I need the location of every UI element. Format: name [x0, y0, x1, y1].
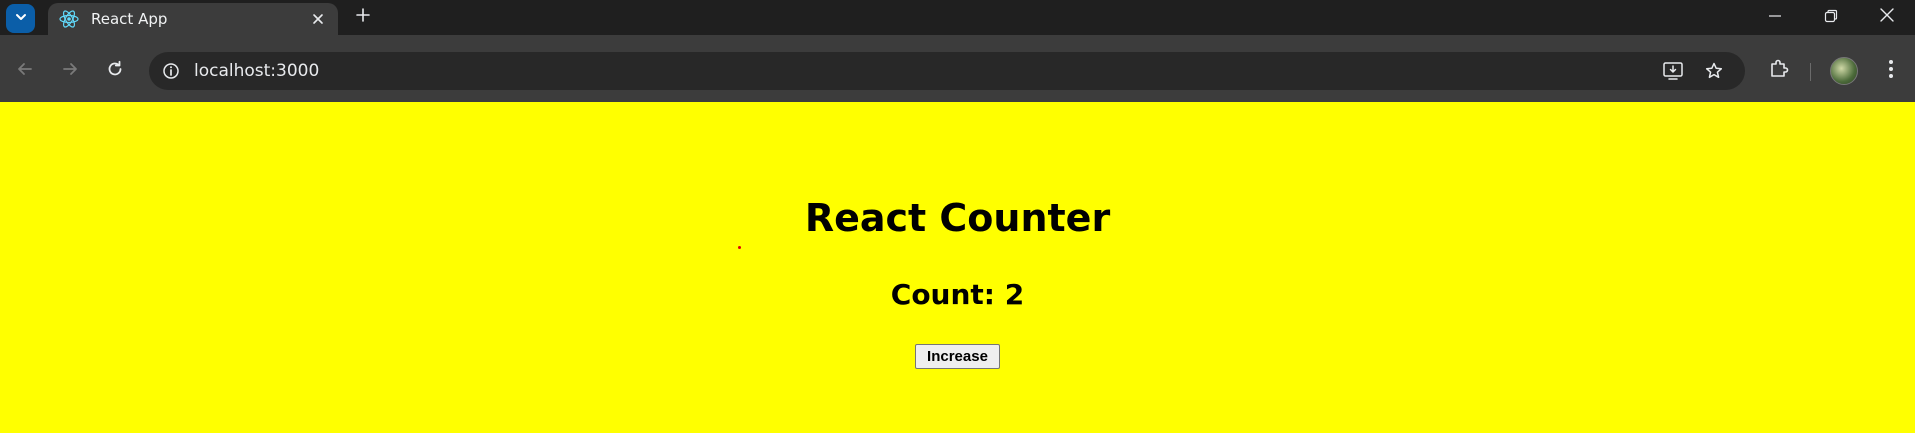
- forward-button[interactable]: [56, 57, 84, 85]
- close-icon: [1879, 7, 1895, 27]
- minimize-button[interactable]: [1752, 4, 1798, 30]
- close-window-button[interactable]: [1864, 4, 1910, 30]
- back-button[interactable]: [11, 57, 39, 85]
- close-tab-icon[interactable]: [307, 8, 329, 30]
- page-viewport: React Counter Count: 2 Increase: [0, 102, 1915, 433]
- reload-icon: [105, 59, 125, 83]
- menu-button[interactable]: [1877, 57, 1905, 85]
- arrow-left-icon: [15, 59, 35, 83]
- url-text[interactable]: localhost:3000: [194, 60, 319, 82]
- address-bar[interactable]: localhost:3000: [149, 52, 1745, 90]
- kebab-menu-icon: [1888, 59, 1894, 83]
- arrow-right-icon: [60, 59, 80, 83]
- info-icon[interactable]: [160, 60, 182, 82]
- plus-icon: [355, 7, 371, 27]
- browser-window: React App localhost:3000 React Counter C…: [0, 0, 1915, 433]
- install-app-icon[interactable]: [1661, 60, 1685, 82]
- tab-title: React App: [91, 10, 168, 28]
- restore-icon: [1824, 8, 1838, 27]
- puzzle-icon: [1768, 58, 1790, 84]
- react-atom-icon: [58, 8, 80, 30]
- extensions-button[interactable]: [1765, 57, 1793, 85]
- profile-avatar[interactable]: [1830, 57, 1858, 85]
- bookmark-star-icon[interactable]: [1702, 60, 1726, 82]
- reload-button[interactable]: [101, 57, 129, 85]
- tab-strip: React App: [0, 0, 1915, 35]
- page-title: React Counter: [804, 196, 1111, 240]
- minimize-icon: [1768, 8, 1782, 27]
- cursor-dot: [738, 246, 741, 249]
- browser-toolbar: localhost:3000: [0, 35, 1915, 102]
- toolbar-divider: [1810, 63, 1811, 81]
- active-tab[interactable]: React App: [48, 3, 338, 35]
- increase-button[interactable]: Increase: [915, 344, 1000, 369]
- tab-search-button[interactable]: [6, 4, 35, 33]
- restore-button[interactable]: [1808, 4, 1854, 30]
- count-display: Count: 2: [890, 278, 1025, 311]
- new-tab-button[interactable]: [351, 5, 375, 29]
- chevron-down-icon: [14, 9, 28, 28]
